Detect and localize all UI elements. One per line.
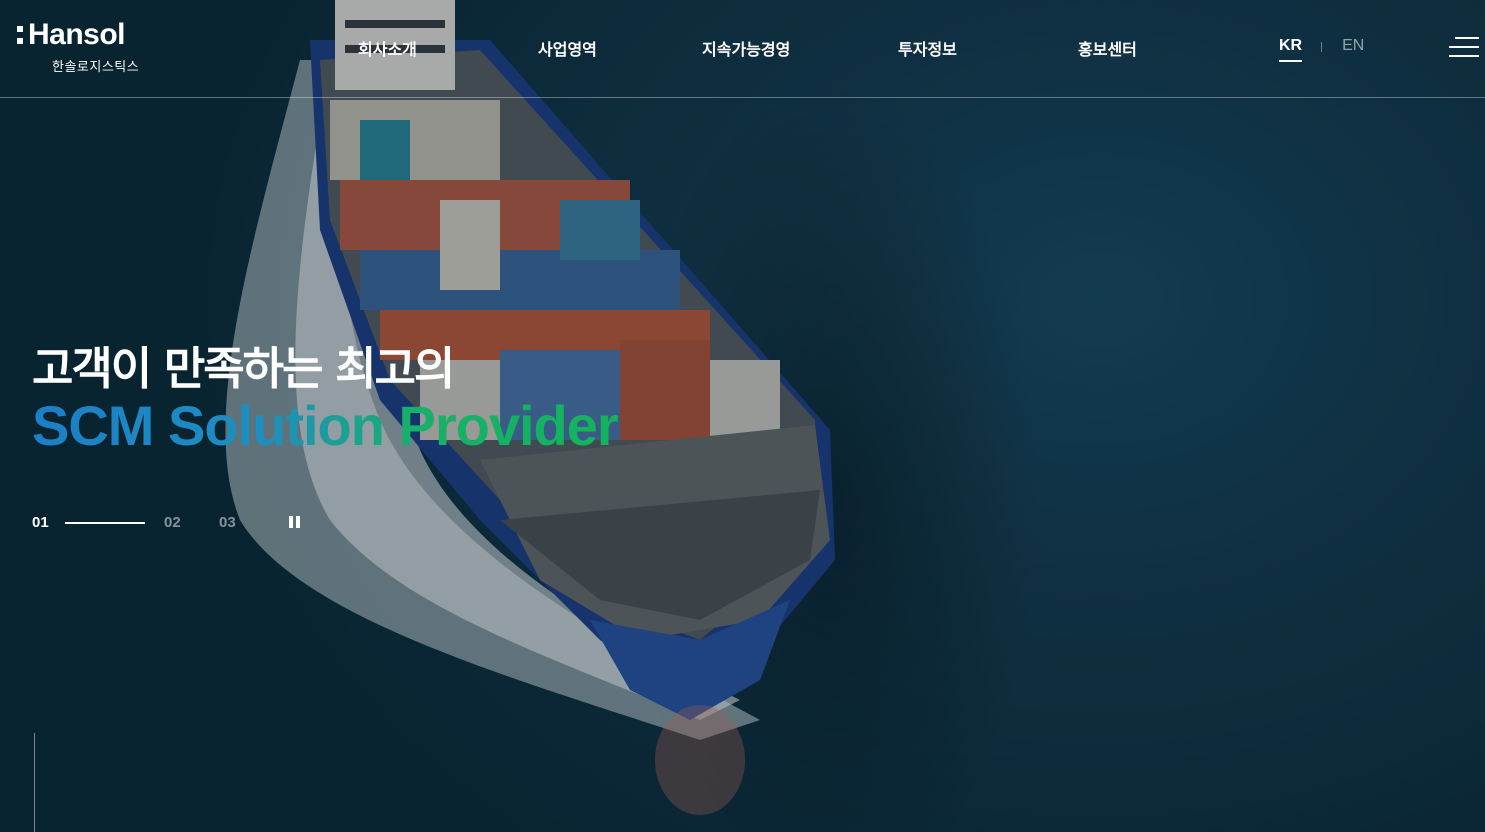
lang-divider: [1321, 41, 1323, 52]
brand-name: Hansol: [28, 18, 126, 51]
logo-wordmark: Hansol: [17, 18, 126, 52]
pause-icon[interactable]: [289, 516, 301, 529]
hero-tagline: SCM Solution Provider: [32, 394, 619, 457]
brand-logo[interactable]: Hansol 한솔로지스틱스: [17, 18, 157, 78]
hamburger-menu-icon[interactable]: [1449, 37, 1479, 59]
logo-dots-icon: [17, 26, 23, 44]
nav-item-sustainability[interactable]: 지속가능경영: [702, 36, 790, 60]
slide-indicator-02[interactable]: 02: [164, 514, 181, 531]
brand-subtitle: 한솔로지스틱스: [52, 60, 140, 75]
slide-indicator-03[interactable]: 03: [219, 514, 236, 531]
nav-item-investor[interactable]: 투자정보: [898, 36, 957, 60]
lang-en-button[interactable]: EN: [1342, 37, 1364, 62]
site-header: Hansol 한솔로지스틱스 회사소개 사업영역 지속가능경영 투자정보 홍보센…: [0, 0, 1485, 98]
slide-progress-bar: [65, 522, 145, 524]
nav-item-pr-center[interactable]: 홍보센터: [1078, 36, 1137, 60]
lang-kr-button[interactable]: KR: [1279, 37, 1303, 62]
slide-progress-fill: [65, 522, 145, 524]
scroll-indicator-line: [34, 733, 35, 832]
nav-item-business[interactable]: 사업영역: [538, 36, 597, 60]
slide-indicator-01[interactable]: 01: [32, 514, 49, 531]
language-switcher: KR EN: [1279, 37, 1364, 62]
nav-item-company[interactable]: 회사소개: [358, 36, 417, 60]
hero-headline: 고객이 만족하는 최고의: [32, 342, 455, 395]
